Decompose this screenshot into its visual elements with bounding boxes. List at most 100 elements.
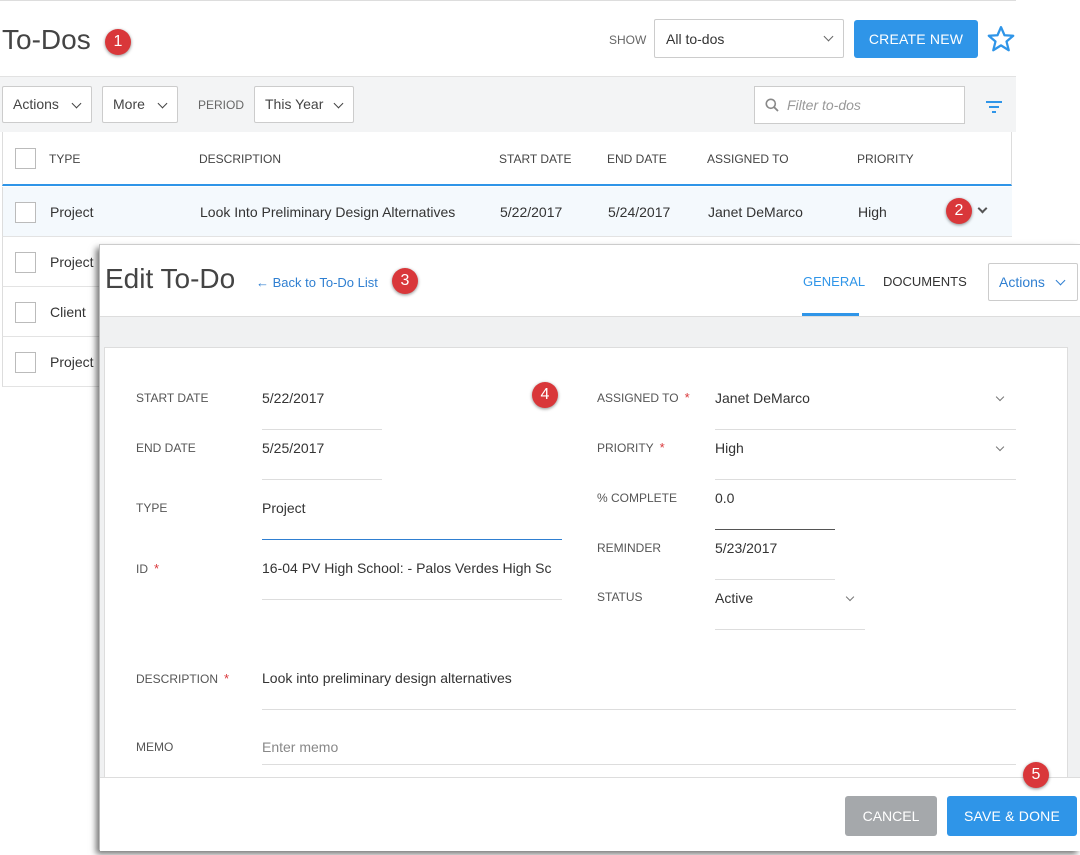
modal-actions-dropdown[interactable]: Actions xyxy=(988,263,1078,301)
cell-type: Project xyxy=(50,354,94,370)
end-date-label: END DATE xyxy=(136,441,196,455)
complete-label: % COMPLETE xyxy=(597,491,678,505)
filter-icon[interactable] xyxy=(986,101,1002,113)
type-value: Project xyxy=(262,500,306,516)
type-field[interactable]: Project xyxy=(262,500,562,540)
required-mark: * xyxy=(659,440,665,455)
row-checkbox[interactable] xyxy=(15,302,36,323)
cell-start-date: 5/22/2017 xyxy=(500,204,563,220)
row-checkbox[interactable] xyxy=(15,202,36,223)
id-label-text: ID xyxy=(136,562,148,576)
table-header: TYPE DESCRIPTION START DATE END DATE ASS… xyxy=(2,132,1012,186)
priority-label-text: PRIORITY xyxy=(597,441,654,455)
column-priority[interactable]: PRIORITY xyxy=(857,152,914,166)
chevron-down-icon xyxy=(995,442,1005,452)
period-label: PERIOD xyxy=(198,98,245,112)
back-to-list-link[interactable]: ← Back to To-Do List xyxy=(256,275,378,290)
column-start-date[interactable]: START DATE xyxy=(499,152,571,166)
page-title: To-Dos xyxy=(2,24,91,55)
end-date-field[interactable]: 5/25/2017 xyxy=(262,440,382,480)
general-form: 4 START DATE 5/22/2017 END DATE 5/25/201… xyxy=(104,347,1068,777)
chevron-down-icon xyxy=(333,98,344,109)
end-date-value: 5/25/2017 xyxy=(262,440,325,456)
period-value: This Year xyxy=(265,96,324,112)
select-all-checkbox[interactable] xyxy=(15,148,36,169)
cell-description: Look Into Preliminary Design Alternative… xyxy=(200,204,456,220)
tab-documents[interactable]: DOCUMENTS xyxy=(883,274,967,289)
column-end-date[interactable]: END DATE xyxy=(607,152,667,166)
chevron-down-icon xyxy=(995,392,1005,402)
memo-field[interactable]: Enter memo xyxy=(262,739,1016,765)
callout-badge-4: 4 xyxy=(532,382,558,408)
column-assigned-to[interactable]: ASSIGNED TO xyxy=(707,152,789,166)
show-select[interactable]: All to-dos xyxy=(654,19,844,58)
status-label: STATUS xyxy=(597,590,643,604)
callout-badge-1: 1 xyxy=(105,29,131,55)
memo-label: MEMO xyxy=(136,740,174,754)
filter-input[interactable]: Filter to-dos xyxy=(754,86,965,124)
star-icon[interactable] xyxy=(986,24,1016,54)
create-new-button[interactable]: CREATE NEW xyxy=(854,20,978,58)
filter-placeholder: Filter to-dos xyxy=(787,97,861,113)
required-mark: * xyxy=(154,561,160,576)
list-toolbar: Actions More PERIOD This Year Filter to-… xyxy=(0,76,1016,132)
required-mark: * xyxy=(684,390,690,405)
cell-priority: High xyxy=(858,204,887,220)
modal-body: 4 START DATE 5/22/2017 END DATE 5/25/201… xyxy=(100,317,1080,777)
priority-select[interactable]: High xyxy=(715,440,1016,480)
status-value: Active xyxy=(715,590,754,606)
cell-assigned-to: Janet DeMarco xyxy=(708,204,803,220)
modal-title: Edit To-Do xyxy=(105,263,236,294)
edit-todo-modal: Edit To-Do ← Back to To-Do List 3 GENERA… xyxy=(99,244,1080,851)
chevron-down-icon xyxy=(823,31,834,42)
cell-end-date: 5/24/2017 xyxy=(608,204,671,220)
reminder-label: REMINDER xyxy=(597,541,662,555)
save-and-done-button[interactable]: SAVE & DONE xyxy=(947,796,1077,836)
status-select[interactable]: Active xyxy=(715,590,865,630)
description-label-text: DESCRIPTION xyxy=(136,672,219,686)
required-mark: * xyxy=(224,671,230,686)
reminder-value: 5/23/2017 xyxy=(715,540,778,556)
assigned-to-select[interactable]: Janet DeMarco xyxy=(715,390,1016,430)
reminder-field[interactable]: 5/23/2017 xyxy=(715,540,835,580)
show-select-value: All to-dos xyxy=(666,31,725,47)
table-row[interactable]: Project Look Into Preliminary Design Alt… xyxy=(2,187,1012,237)
complete-field[interactable]: 0.0 xyxy=(715,490,835,530)
assigned-to-label-text: ASSIGNED TO xyxy=(597,391,679,405)
row-expand-chevron-icon[interactable] xyxy=(977,203,988,214)
id-value: 16-04 PV High School: - Palos Verdes Hig… xyxy=(262,560,552,576)
start-date-field[interactable]: 5/22/2017 xyxy=(262,390,382,430)
assigned-to-label: ASSIGNED TO * xyxy=(597,390,690,405)
tab-general[interactable]: GENERAL xyxy=(803,274,865,289)
description-field[interactable]: Look into preliminary design alternative… xyxy=(262,670,1016,710)
period-dropdown[interactable]: This Year xyxy=(254,86,354,123)
more-label: More xyxy=(113,96,145,112)
column-type[interactable]: TYPE xyxy=(49,152,80,166)
actions-dropdown[interactable]: Actions xyxy=(2,86,92,123)
start-date-value: 5/22/2017 xyxy=(262,390,325,406)
description-value: Look into preliminary design alternative… xyxy=(262,670,512,686)
assigned-to-value: Janet DeMarco xyxy=(715,390,810,406)
chevron-down-icon xyxy=(157,98,168,109)
priority-label: PRIORITY * xyxy=(597,440,665,455)
top-divider xyxy=(0,0,1016,1)
callout-badge-3: 3 xyxy=(392,268,418,294)
callout-badge-5: 5 xyxy=(1023,762,1049,788)
id-field[interactable]: 16-04 PV High School: - Palos Verdes Hig… xyxy=(262,560,562,600)
chevron-down-icon xyxy=(845,592,855,602)
type-label: TYPE xyxy=(136,501,168,515)
row-checkbox[interactable] xyxy=(15,252,36,273)
complete-value: 0.0 xyxy=(715,490,735,506)
cell-type: Project xyxy=(50,254,94,270)
callout-badge-2: 2 xyxy=(946,198,972,224)
row-checkbox[interactable] xyxy=(15,352,36,373)
start-date-label: START DATE xyxy=(136,391,209,405)
search-icon xyxy=(765,98,779,112)
more-dropdown[interactable]: More xyxy=(102,86,178,123)
priority-value: High xyxy=(715,440,744,456)
cancel-button[interactable]: CANCEL xyxy=(845,796,937,836)
cell-type: Project xyxy=(50,204,94,220)
cell-type: Client xyxy=(50,304,86,320)
show-label: SHOW xyxy=(609,33,647,47)
column-description[interactable]: DESCRIPTION xyxy=(199,152,281,166)
